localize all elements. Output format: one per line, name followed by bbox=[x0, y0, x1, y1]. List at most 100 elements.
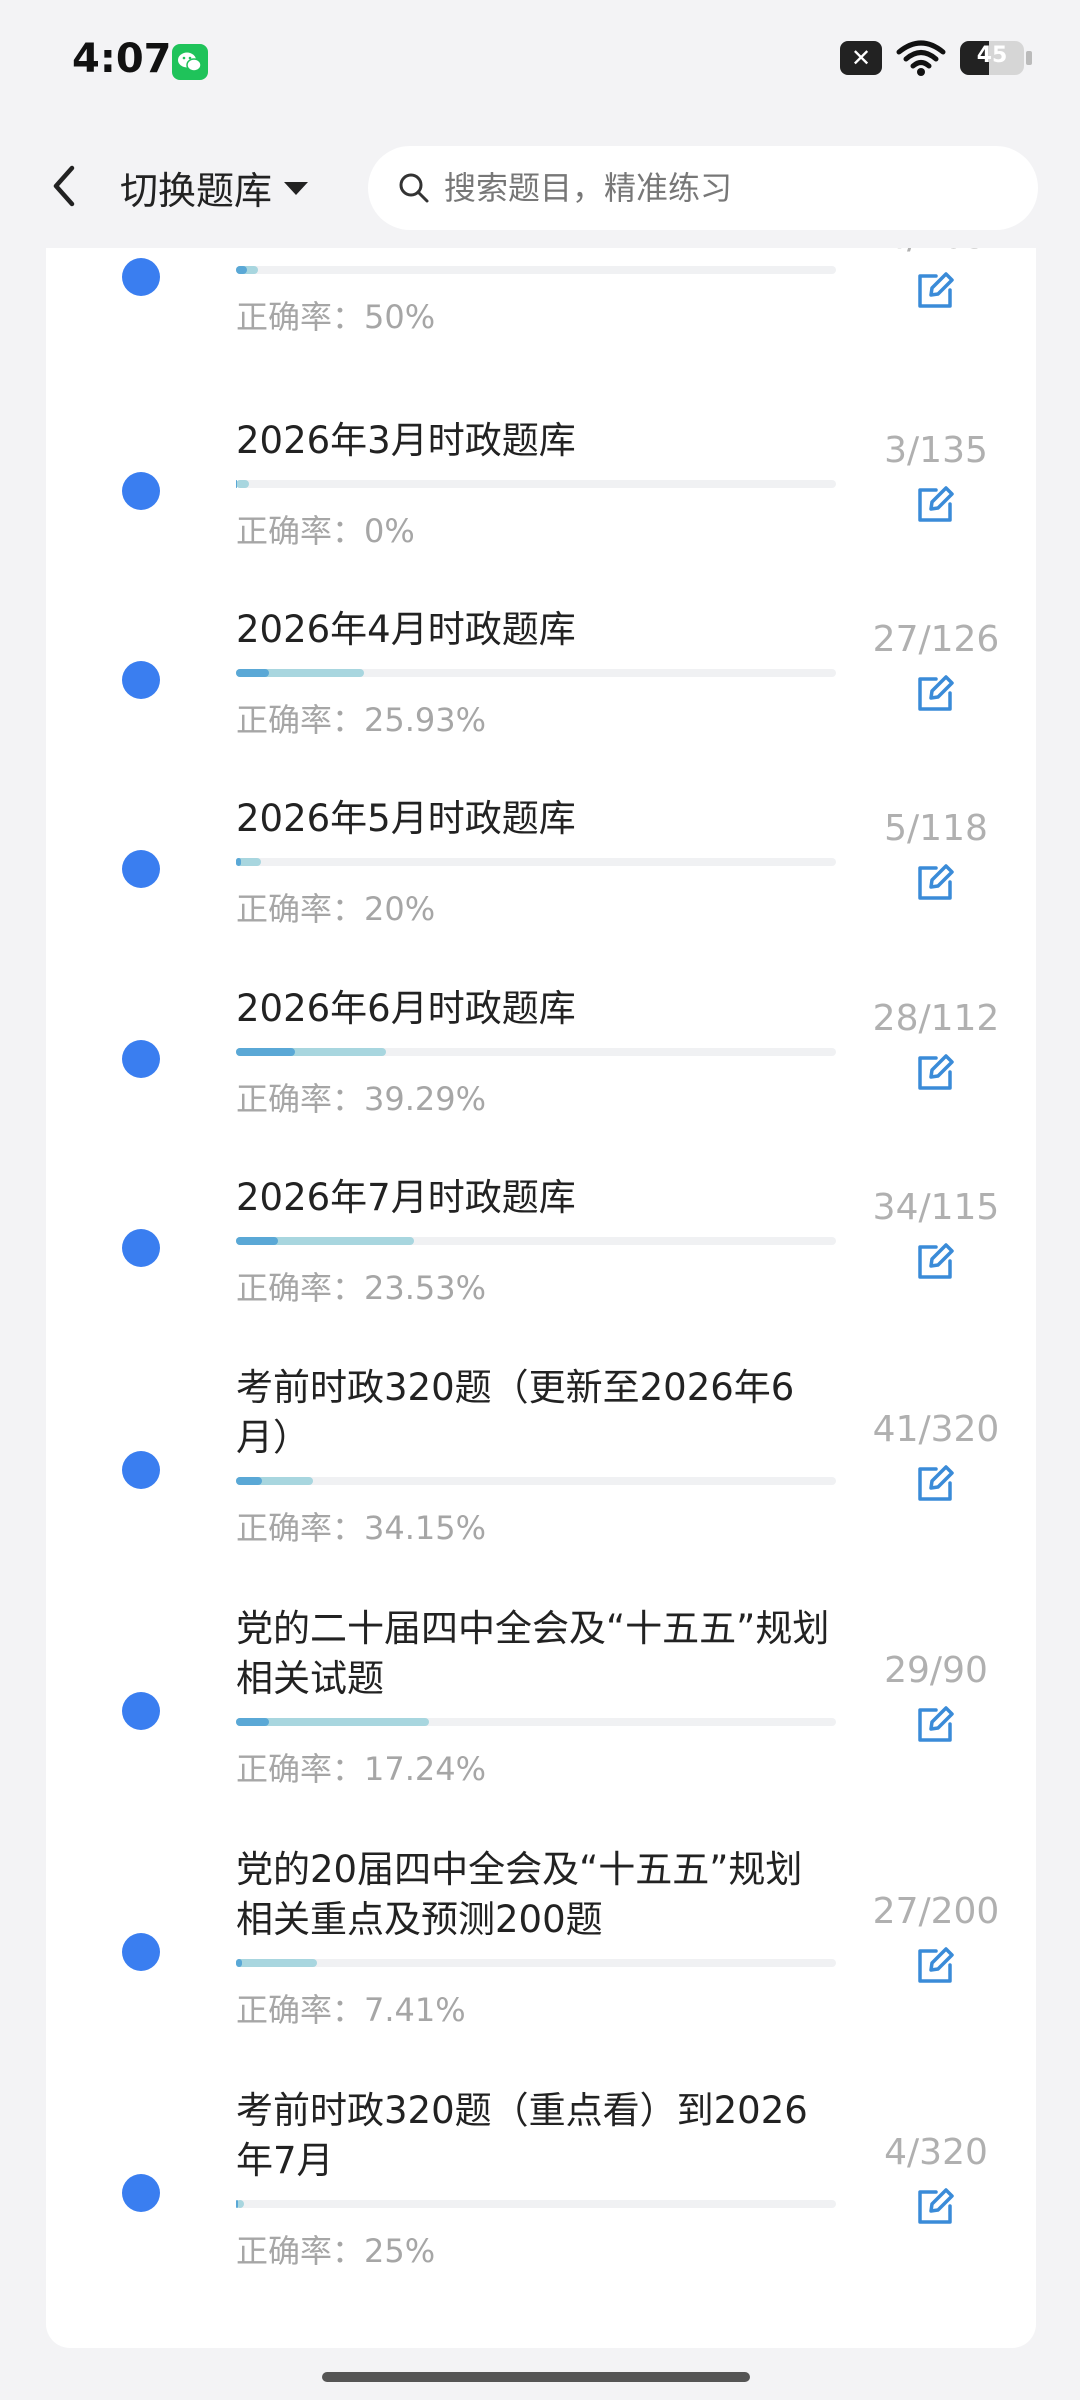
progress-correct-fill bbox=[236, 1959, 242, 1967]
back-button[interactable] bbox=[40, 156, 90, 216]
progress-correct-fill bbox=[236, 1477, 263, 1485]
progress-fill bbox=[236, 480, 250, 488]
accuracy-text: 正确率：20% bbox=[236, 884, 435, 930]
progress-correct-fill bbox=[236, 669, 270, 677]
bank-item[interactable]: 考前时政320题（更新至2026年6月） 正确率：34.15% 41/320 bbox=[46, 1363, 1036, 1603]
progress-correct-fill bbox=[236, 2200, 238, 2208]
bank-item[interactable]: 2026年6月时政题库 正确率：39.29% 28/112 bbox=[46, 984, 1036, 1174]
answered-count: 27/200 bbox=[872, 1891, 1000, 1932]
bank-status-dot bbox=[122, 1451, 160, 1489]
accuracy-text: 正确率：7.41% bbox=[236, 1985, 466, 2031]
accuracy-text: 正确率：23.53% bbox=[236, 1263, 486, 1309]
bank-status-dot bbox=[122, 850, 160, 888]
wifi-icon bbox=[896, 38, 946, 78]
bank-title: 2026年7月时政题库 bbox=[236, 1176, 576, 1219]
bank-title: 党的二十届四中全会及“十五五”规划相关试题 bbox=[236, 1607, 830, 1700]
edit-icon[interactable] bbox=[914, 1702, 958, 1746]
search-bar[interactable] bbox=[368, 146, 1038, 230]
progress-bar bbox=[236, 480, 836, 488]
edit-icon[interactable] bbox=[914, 482, 958, 526]
answered-count: 41/320 bbox=[872, 1409, 1000, 1450]
bank-title: 考前时政320题（更新至2026年6月） bbox=[236, 1366, 795, 1459]
accuracy-value: 50% bbox=[364, 298, 436, 336]
search-icon bbox=[396, 170, 432, 206]
top-bar: 切换题库 bbox=[0, 126, 1080, 248]
accuracy-label: 正确率： bbox=[236, 298, 365, 336]
battery-level: 45 bbox=[976, 43, 1008, 68]
bank-status-dot bbox=[122, 1040, 160, 1078]
edit-icon[interactable] bbox=[914, 1461, 958, 1505]
accuracy-label: 正确率： bbox=[236, 1509, 365, 1547]
accuracy-value: 25% bbox=[364, 2232, 436, 2270]
progress-bar bbox=[236, 1718, 836, 1726]
progress-bar bbox=[236, 1477, 836, 1485]
bank-status-dot bbox=[122, 258, 160, 296]
bank-item[interactable]: 党的二十届四中全会及“十五五”规划相关试题 正确率：17.24% 29/90 bbox=[46, 1604, 1036, 1844]
edit-icon[interactable] bbox=[914, 268, 958, 312]
edit-icon[interactable] bbox=[914, 671, 958, 715]
answered-count: 4/320 bbox=[884, 2132, 988, 2173]
edit-icon[interactable] bbox=[914, 1943, 958, 1987]
bank-title: 2026年6月时政题库 bbox=[236, 987, 576, 1030]
accuracy-value: 7.41% bbox=[364, 1991, 466, 2029]
wechat-icon bbox=[172, 44, 208, 80]
accuracy-text: 正确率：34.15% bbox=[236, 1503, 486, 1549]
bank-status-dot bbox=[122, 1692, 160, 1730]
answered-count: 29/90 bbox=[884, 1650, 988, 1691]
accuracy-value: 17.24% bbox=[364, 1750, 487, 1788]
bank-item[interactable]: 2026年4月时政题库 正确率：25.93% 27/126 bbox=[46, 605, 1036, 795]
progress-fill bbox=[236, 1959, 317, 1967]
bank-item[interactable]: 2026年5月时政题库 正确率：20% 5/118 bbox=[46, 794, 1036, 984]
progress-bar bbox=[236, 858, 836, 866]
bank-status-dot bbox=[122, 1229, 160, 1267]
answered-count: 4/109 bbox=[866, 248, 1006, 257]
bank-item[interactable]: 2026年7月时政题库 正确率：23.53% 34/115 bbox=[46, 1173, 1036, 1363]
bank-item[interactable]: 考前时政320题（重点看）到2026年7月 正确率：25% 4/320 bbox=[46, 2086, 1036, 2326]
bank-item[interactable]: 2026年2月时政题库 正确率：50% 4/109 bbox=[46, 248, 1036, 392]
bank-item[interactable]: 2026年3月时政题库 正确率：0% 3/135 bbox=[46, 416, 1036, 606]
bank-title: 2026年2月时政题库 bbox=[236, 248, 836, 252]
bank-title: 考前时政320题（重点看）到2026年7月 bbox=[236, 2089, 808, 2182]
accuracy-text: 正确率：39.29% bbox=[236, 1074, 486, 1120]
accuracy-value: 0% bbox=[364, 512, 415, 550]
back-chevron-icon bbox=[53, 165, 75, 207]
bank-status-dot bbox=[122, 472, 160, 510]
bank-title: 2026年3月时政题库 bbox=[236, 419, 576, 462]
progress-correct-fill bbox=[236, 480, 237, 488]
accuracy-value: 39.29% bbox=[364, 1080, 487, 1118]
bank-item[interactable]: 党的20届四中全会及“十五五”规划相关重点及预测200题 正确率：7.41% 2… bbox=[46, 1845, 1036, 2085]
accuracy-label: 正确率： bbox=[236, 1269, 365, 1307]
accuracy-value: 23.53% bbox=[364, 1269, 487, 1307]
progress-bar bbox=[236, 669, 836, 677]
accuracy-label: 正确率： bbox=[236, 1080, 365, 1118]
edit-icon[interactable] bbox=[914, 860, 958, 904]
switch-bank-button[interactable]: 切换题库 bbox=[120, 160, 310, 215]
battery-tip bbox=[1026, 51, 1032, 65]
edit-icon[interactable] bbox=[914, 1239, 958, 1283]
progress-bar bbox=[236, 1237, 836, 1245]
accuracy-label: 正确率： bbox=[236, 890, 365, 928]
accuracy-text: 正确率：25.93% bbox=[236, 695, 486, 741]
home-indicator[interactable] bbox=[322, 2372, 750, 2382]
close-notification-icon: ✕ bbox=[840, 41, 882, 75]
answered-count: 34/115 bbox=[872, 1187, 1000, 1228]
progress-correct-fill bbox=[236, 266, 248, 274]
edit-icon[interactable] bbox=[914, 1050, 958, 1094]
caret-down-icon bbox=[282, 178, 310, 198]
progress-correct-fill bbox=[236, 1718, 270, 1726]
progress-bar bbox=[236, 266, 836, 274]
progress-correct-fill bbox=[236, 1237, 278, 1245]
answered-count: 5/118 bbox=[884, 808, 988, 849]
progress-bar bbox=[236, 1959, 836, 1967]
accuracy-label: 正确率： bbox=[236, 1750, 365, 1788]
bank-status-dot bbox=[122, 2174, 160, 2212]
accuracy-text: 正确率：17.24% bbox=[236, 1744, 486, 1790]
bank-status-dot bbox=[122, 1933, 160, 1971]
status-icons: ✕ 45 bbox=[840, 38, 1032, 78]
accuracy-label: 正确率： bbox=[236, 701, 365, 739]
edit-icon[interactable] bbox=[914, 2184, 958, 2228]
answered-count: 27/126 bbox=[872, 619, 1000, 660]
search-input[interactable] bbox=[442, 168, 1006, 208]
status-bar: 4:07 ✕ 45 bbox=[0, 0, 1080, 126]
question-bank-list: 2026年2月时政题库 正确率：50% 4/109 2026年3月时政题库 正确… bbox=[46, 248, 1036, 2348]
